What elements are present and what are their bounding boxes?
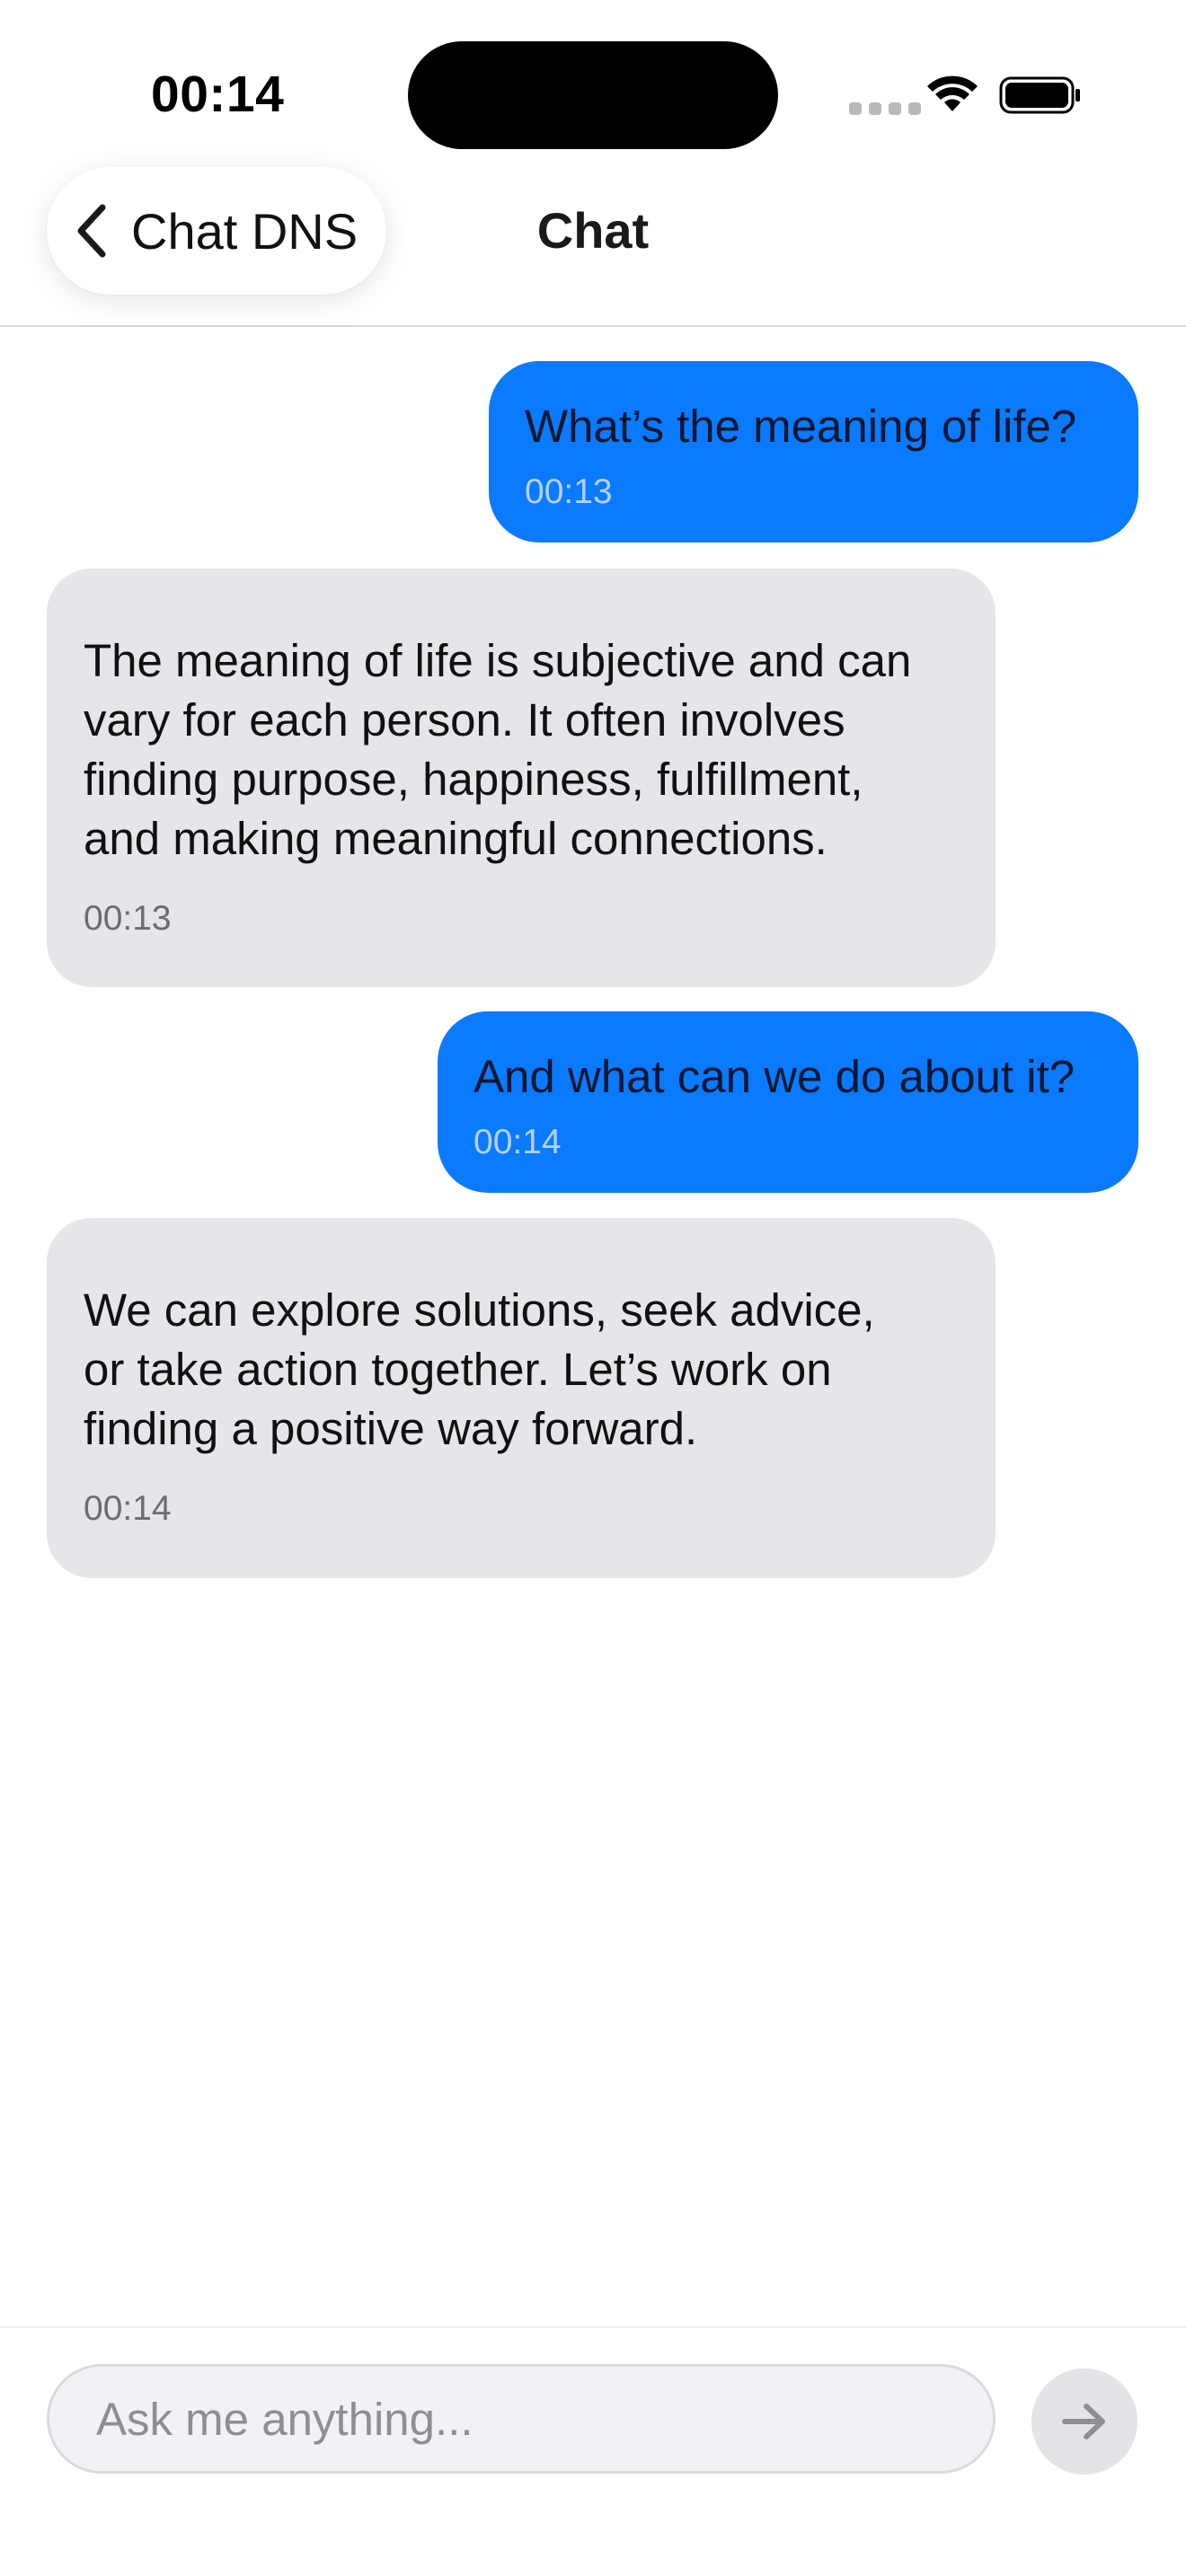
message-text: The meaning of life is subjective and ca…	[84, 635, 912, 864]
signal-icon	[849, 102, 921, 115]
dynamic-island	[408, 41, 778, 149]
nav-divider	[0, 325, 1186, 327]
status-time: 00:14	[151, 66, 285, 123]
composer-divider	[0, 2326, 1186, 2328]
send-button[interactable]	[1031, 2369, 1137, 2475]
message-bubble-assistant: The meaning of life is subjective and ca…	[47, 569, 996, 987]
wifi-icon	[927, 75, 978, 111]
message-timestamp: 00:14	[84, 1489, 172, 1528]
message-timestamp: 00:14	[474, 1123, 562, 1161]
message-bubble-assistant: We can explore solutions, seek advice, o…	[47, 1218, 996, 1578]
page-title: Chat	[536, 202, 650, 259]
battery-icon	[999, 76, 1080, 114]
message-text: We can explore solutions, seek advice, o…	[84, 1284, 875, 1454]
arrow-right-icon	[1062, 2404, 1105, 2439]
message-bubble-user: And what can we do about it? 00:14	[438, 1011, 1138, 1193]
message-timestamp: 00:13	[84, 899, 172, 938]
message-text: What’s the meaning of life?	[525, 401, 1077, 452]
message-timestamp: 00:13	[525, 472, 613, 511]
message-text: And what can we do about it?	[474, 1051, 1075, 1102]
message-bubble-user: What’s the meaning of life? 00:13	[489, 361, 1138, 543]
message-input[interactable]	[47, 2364, 996, 2474]
